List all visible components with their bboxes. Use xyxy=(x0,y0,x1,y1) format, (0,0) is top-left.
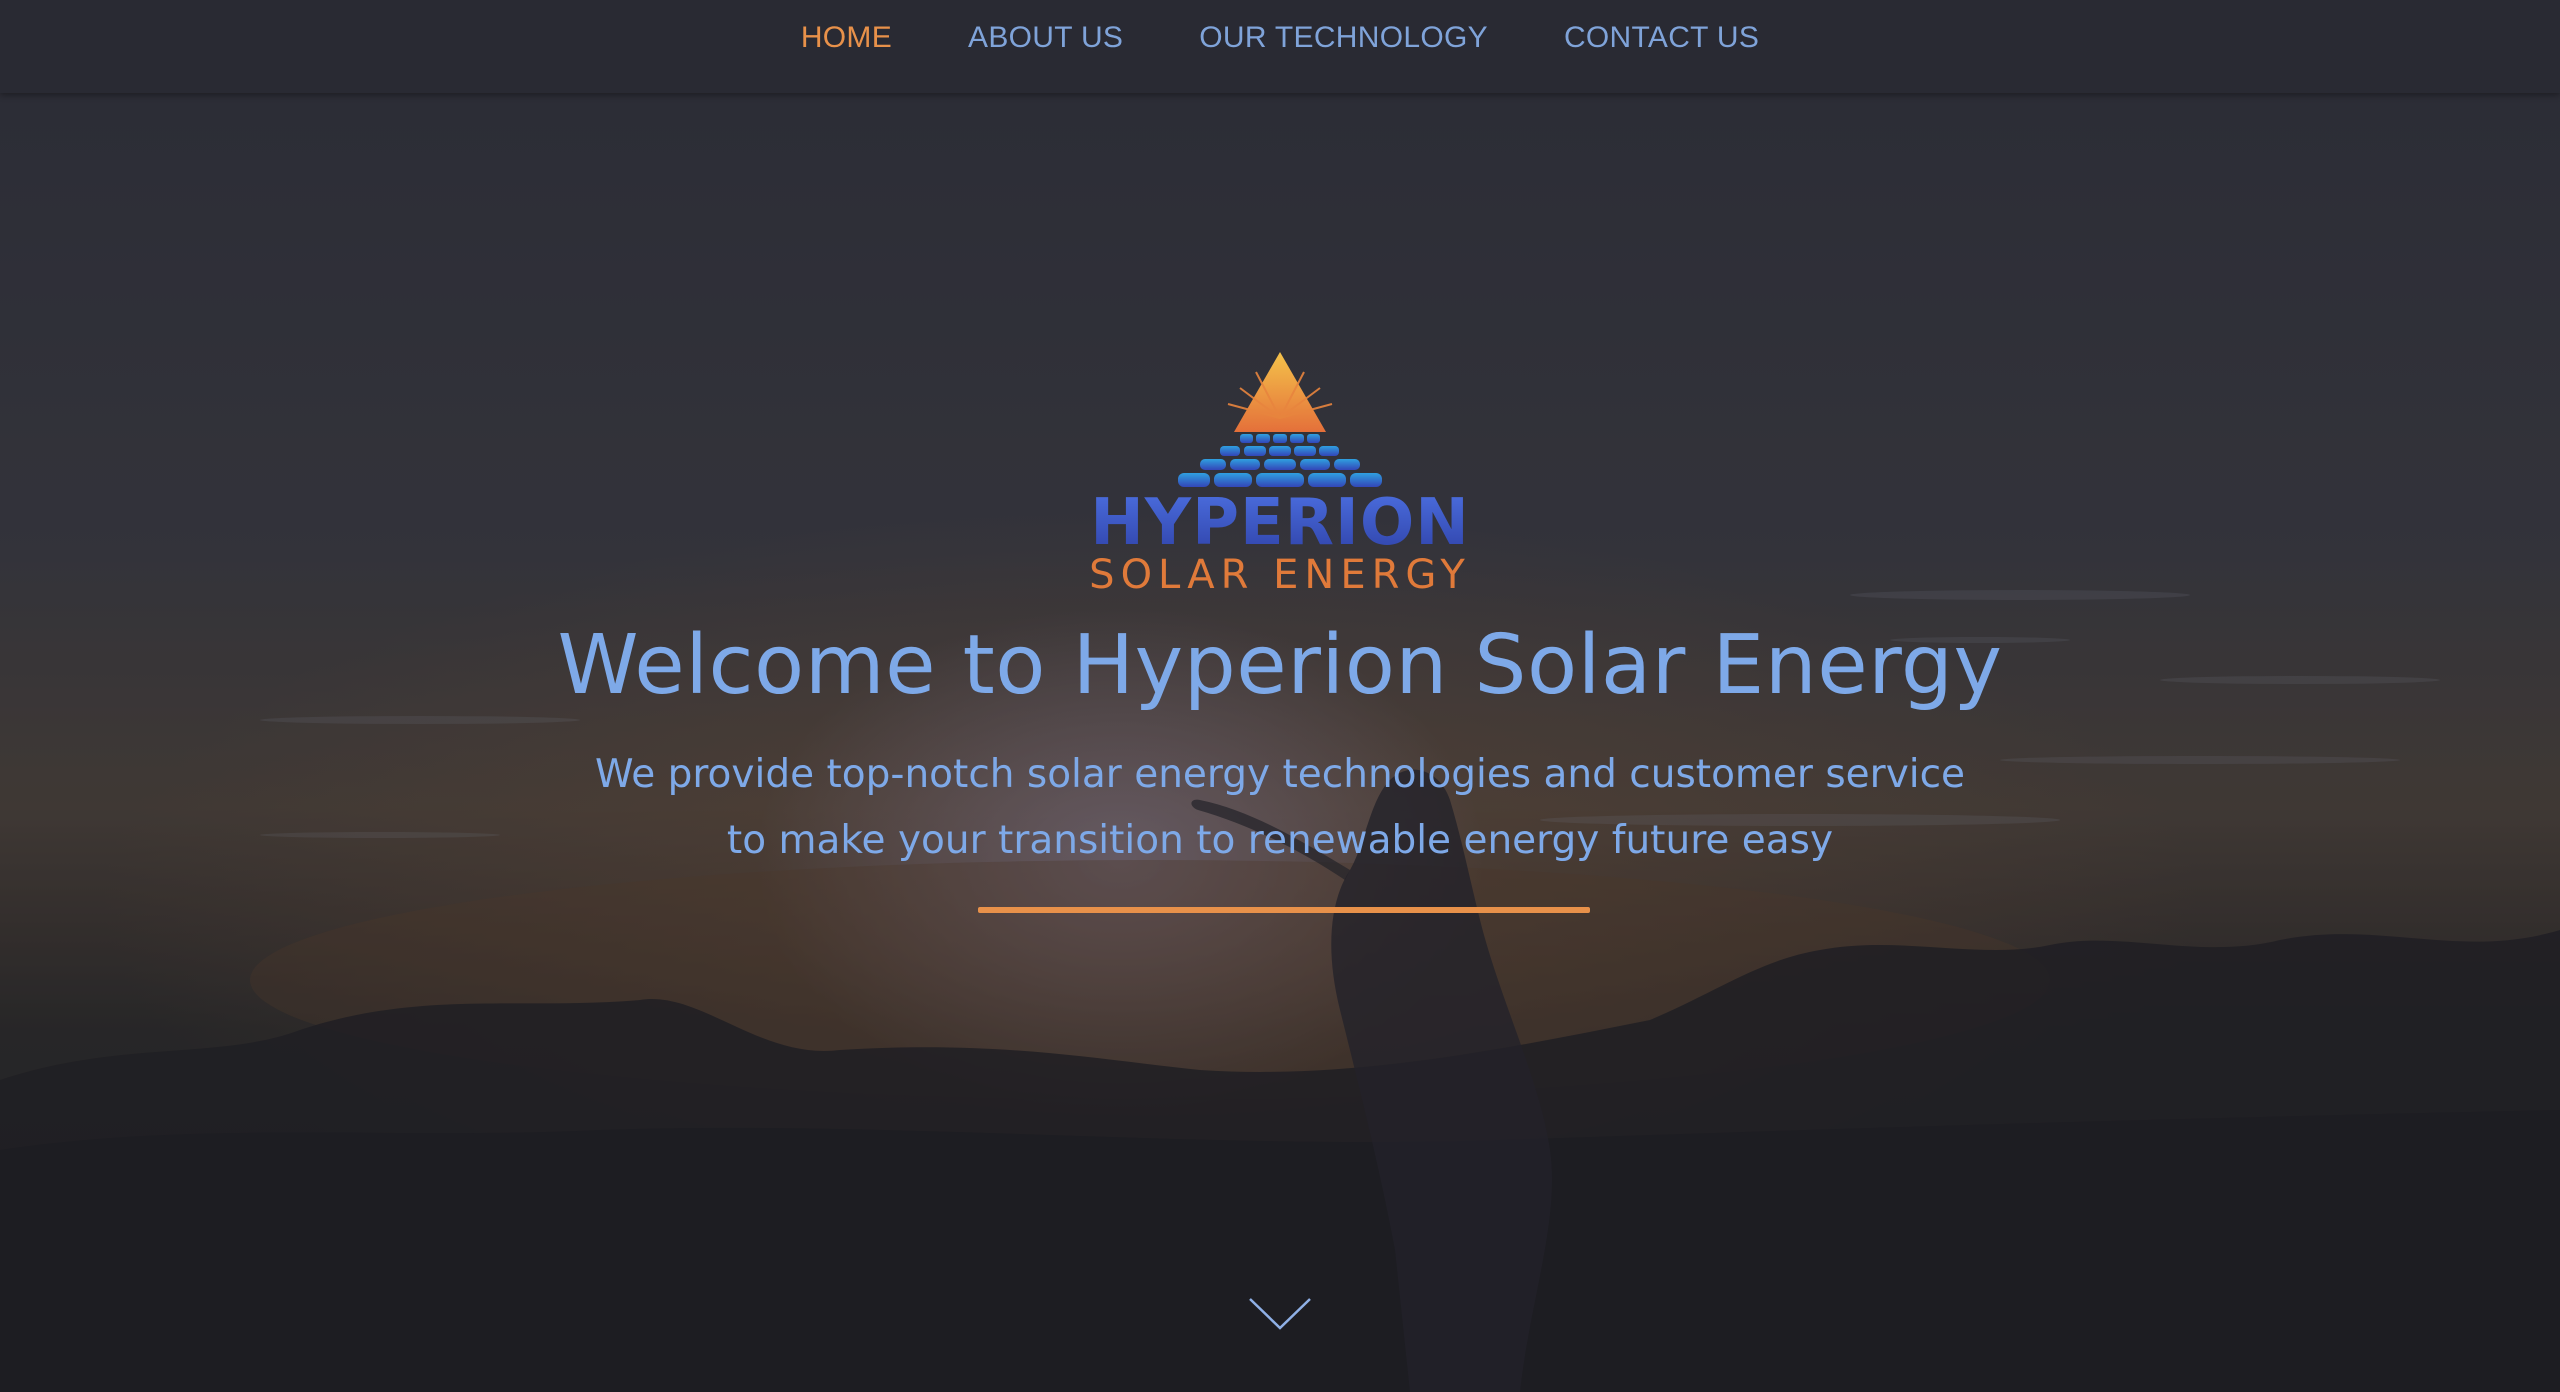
logo-wordmark: HYPERION xyxy=(1060,488,1500,558)
hero-title: Welcome to Hyperion Solar Energy xyxy=(557,618,2003,713)
nav-item-home[interactable]: HOME xyxy=(763,21,930,55)
nav-list: HOME ABOUT US OUR TECHNOLOGY CONTACT US xyxy=(0,0,2560,76)
solar-panel-pyramid-icon xyxy=(1178,352,1382,487)
scroll-down-button[interactable] xyxy=(1248,1296,1312,1332)
top-navbar: HOME ABOUT US OUR TECHNOLOGY CONTACT US xyxy=(0,0,2560,93)
hero-subtitle-line-1: We provide top-notch solar energy techno… xyxy=(594,752,1966,797)
hyperion-logo: HYPERION SOLAR ENERGY xyxy=(1060,348,1500,597)
hero-divider xyxy=(978,907,1590,913)
nav-item-about-us[interactable]: ABOUT US xyxy=(930,21,1161,55)
nav-item-our-technology[interactable]: OUR TECHNOLOGY xyxy=(1161,21,1526,55)
logo-tagline: SOLAR ENERGY xyxy=(1089,552,1471,598)
hero-subtitle-line-2: to make your transition to renewable ene… xyxy=(726,818,1834,863)
nav-item-contact-us[interactable]: CONTACT US xyxy=(1526,21,1797,55)
chevron-down-icon xyxy=(1249,1298,1311,1330)
page: HOME ABOUT US OUR TECHNOLOGY CONTACT US xyxy=(0,0,2560,1392)
